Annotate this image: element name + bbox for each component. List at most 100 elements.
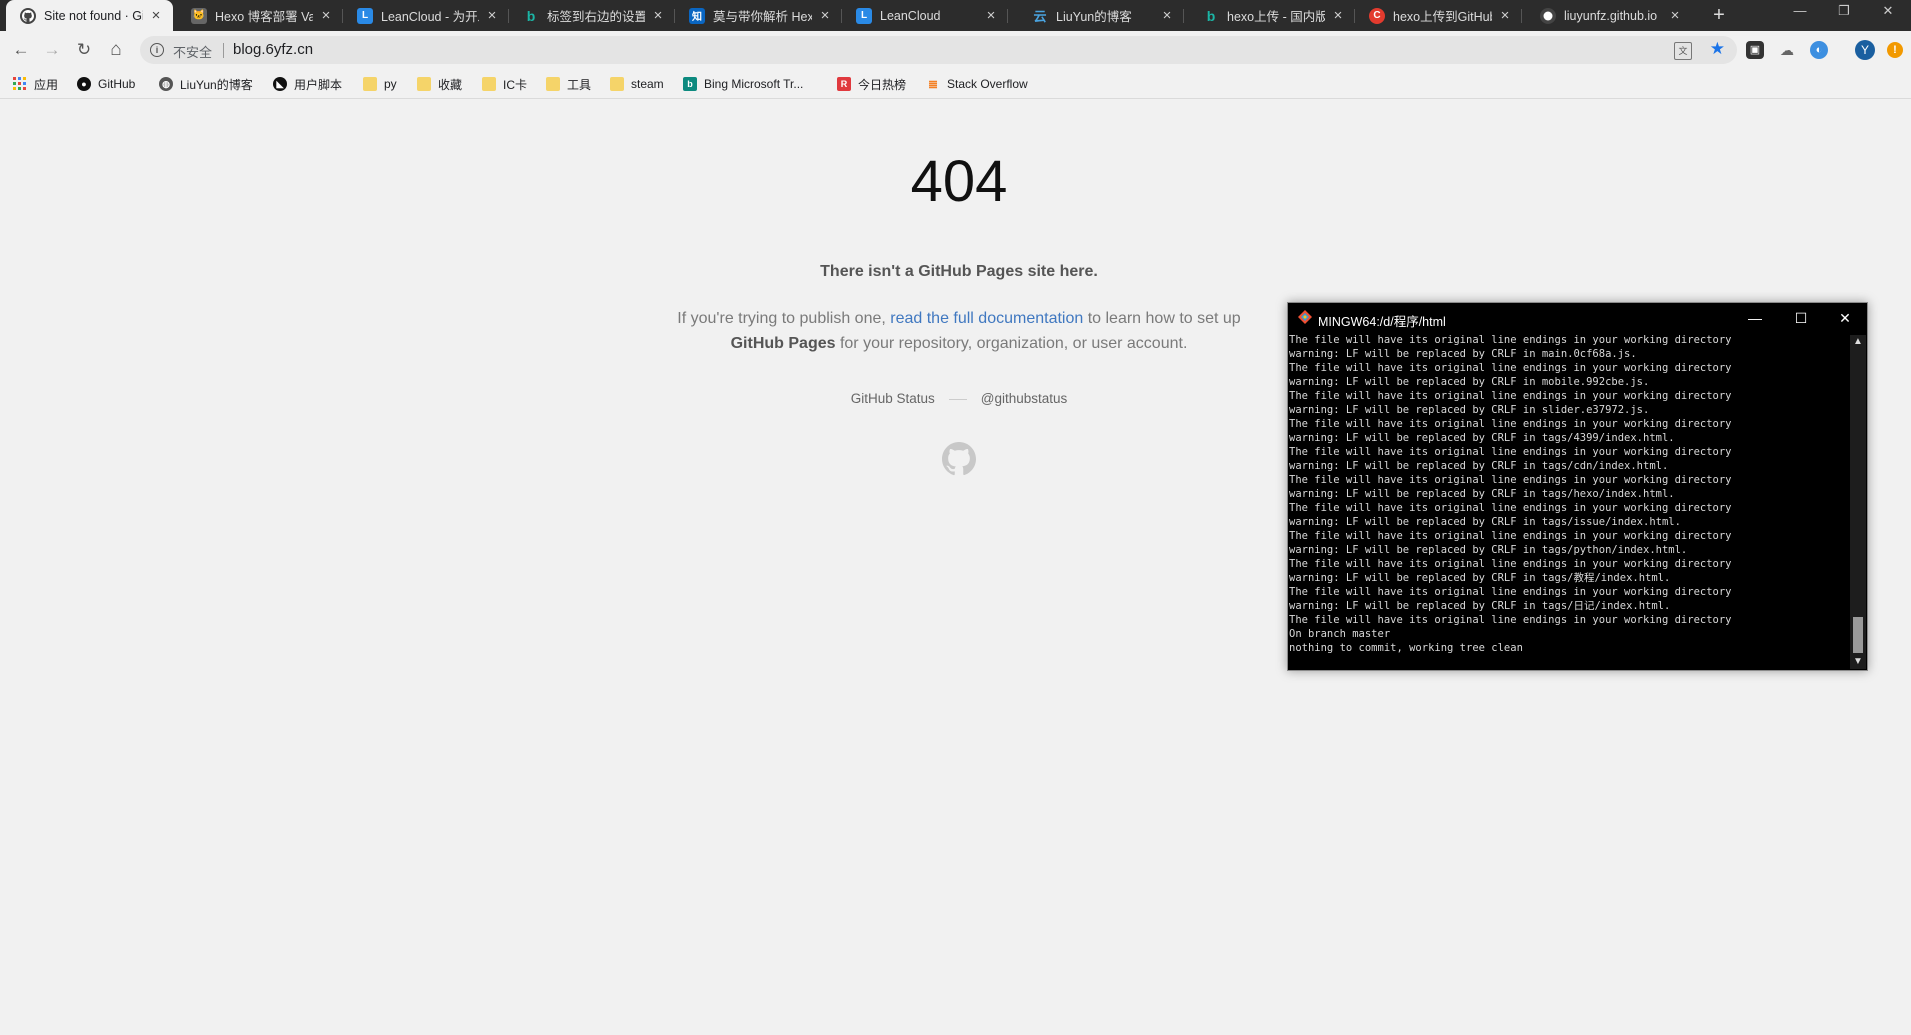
- close-icon[interactable]: ×: [1668, 7, 1682, 24]
- new-tab-button[interactable]: +: [1707, 3, 1731, 27]
- close-icon[interactable]: ×: [1498, 7, 1512, 24]
- security-label[interactable]: 不安全: [173, 42, 212, 61]
- window-restore-button[interactable]: ❐: [1822, 0, 1866, 24]
- csdn-icon: C: [1369, 7, 1385, 24]
- info-icon[interactable]: i: [150, 43, 164, 57]
- bookmark-label: Stack Overflow: [947, 77, 1028, 91]
- desc-text: to learn how to set up: [1083, 310, 1241, 327]
- scroll-up-icon[interactable]: ▲: [1850, 335, 1866, 349]
- bookmark-label: 工具: [567, 77, 592, 92]
- tab-hexo-valine[interactable]: 🐱 Hexo 博客部署 Valine ×: [177, 0, 343, 31]
- terminal-window[interactable]: MINGW64:/d/程序/html — ☐ ✕ The file will h…: [1287, 302, 1868, 671]
- close-icon[interactable]: ×: [1331, 7, 1345, 24]
- url-text[interactable]: blog.6yfz.cn: [233, 41, 313, 58]
- terminal-scrollbar[interactable]: ▲ ▼: [1850, 335, 1866, 669]
- tab-liuyunfz-github[interactable]: liuyunfz.github.io ×: [1526, 0, 1692, 31]
- tab-bing-tags[interactable]: b 标签到右边的设置 ×: [509, 0, 675, 31]
- git-bash-icon: [1298, 310, 1312, 324]
- tab-bing-hexo[interactable]: b hexo上传 - 国内版 ×: [1189, 0, 1355, 31]
- update-alert-icon[interactable]: !: [1887, 42, 1903, 58]
- bookmark-folder-ic[interactable]: IC卡: [482, 75, 527, 93]
- folder-icon: [610, 77, 624, 91]
- close-icon[interactable]: ×: [984, 7, 998, 24]
- tab-liuyun-blog[interactable]: 云 LiuYun的博客 ×: [1018, 0, 1184, 31]
- close-icon[interactable]: ×: [818, 7, 832, 24]
- terminal-titlebar[interactable]: MINGW64:/d/程序/html — ☐ ✕: [1288, 303, 1867, 333]
- tab-title: LeanCloud - 为开发者: [381, 10, 479, 24]
- terminal-line: The file will have its original line end…: [1289, 474, 1732, 486]
- bookmark-liuyun-blog[interactable]: ◍ LiuYun的博客: [159, 75, 253, 93]
- stackoverflow-icon: ≣: [927, 77, 939, 91]
- reload-button[interactable]: ↻: [71, 37, 97, 63]
- terminal-line: The file will have its original line end…: [1289, 614, 1732, 626]
- error-code: 404: [910, 149, 1008, 214]
- bookmark-bing-translator[interactable]: b Bing Microsoft Tr...: [683, 75, 803, 93]
- terminal-line: warning: LF will be replaced by CRLF in …: [1289, 376, 1650, 388]
- bookmark-apps[interactable]: 应用: [13, 75, 58, 93]
- terminal-close-button[interactable]: ✕: [1827, 306, 1863, 330]
- bookmark-github[interactable]: ● GitHub: [77, 75, 135, 93]
- forward-button[interactable]: →: [39, 37, 65, 63]
- home-button[interactable]: ⌂: [103, 37, 129, 63]
- profile-avatar[interactable]: Y: [1855, 40, 1875, 60]
- terminal-minimize-button[interactable]: —: [1737, 306, 1773, 330]
- terminal-line: warning: LF will be replaced by CRLF in …: [1289, 488, 1675, 500]
- bookmark-jinri-rebang[interactable]: R 今日热榜: [837, 75, 906, 93]
- documentation-link[interactable]: read the full documentation: [890, 310, 1083, 327]
- bookmark-folder-py[interactable]: py: [363, 75, 397, 93]
- extension-icon[interactable]: ▣: [1746, 41, 1764, 59]
- scroll-thumb[interactable]: [1853, 617, 1863, 653]
- cat-icon: 🐱: [191, 7, 207, 24]
- error-headline: There isn't a GitHub Pages site here.: [820, 263, 1098, 280]
- terminal-maximize-button[interactable]: ☐: [1783, 306, 1819, 330]
- bookmarks-bar: 应用 ● GitHub ◍ LiuYun的博客 ◣ 用户脚本 py 收藏 IC卡…: [0, 69, 1911, 99]
- back-button[interactable]: ←: [8, 37, 34, 63]
- bing-icon: b: [683, 77, 697, 91]
- close-icon[interactable]: ×: [485, 7, 499, 24]
- github-status-link[interactable]: GitHub Status: [851, 391, 935, 406]
- bookmark-folder-steam[interactable]: steam: [610, 75, 664, 93]
- bookmark-label: GitHub: [98, 77, 136, 91]
- translate-icon[interactable]: 文: [1674, 42, 1692, 60]
- close-icon[interactable]: ×: [149, 7, 163, 24]
- tab-csdn[interactable]: C hexo上传到GitHub ×: [1355, 0, 1522, 31]
- bookmark-folder-tools[interactable]: 工具: [546, 75, 591, 93]
- window-close-button[interactable]: ✕: [1866, 0, 1910, 24]
- github-octocat-icon[interactable]: [942, 442, 976, 476]
- terminal-line: The file will have its original line end…: [1289, 390, 1732, 402]
- terminal-line: warning: LF will be replaced by CRLF in …: [1289, 572, 1671, 584]
- tab-leancloud-dev[interactable]: L LeanCloud - 为开发者 ×: [343, 0, 509, 31]
- githubstatus-link[interactable]: @githubstatus: [981, 391, 1068, 406]
- terminal-line: The file will have its original line end…: [1289, 558, 1732, 570]
- tab-zhihu[interactable]: 知 莫与带你解析 Hexo ×: [675, 0, 842, 31]
- terminal-line: warning: LF will be replaced by CRLF in …: [1289, 544, 1688, 556]
- leancloud-icon: L: [357, 7, 373, 24]
- bing-icon: b: [526, 7, 536, 24]
- terminal-output[interactable]: The file will have its original line end…: [1289, 333, 1848, 669]
- bookmark-stack-overflow[interactable]: ≣ Stack Overflow: [926, 75, 1028, 93]
- tab-title: liuyunfz.github.io: [1564, 8, 1658, 23]
- chrome-extension-icon[interactable]: ◐: [1810, 41, 1828, 59]
- bookmark-userscripts[interactable]: ◣ 用户脚本: [273, 75, 342, 93]
- bookmark-star-icon[interactable]: ★: [1710, 39, 1725, 59]
- scroll-down-icon[interactable]: ▼: [1850, 655, 1866, 669]
- tab-site-not-found[interactable]: Site not found · GitHub Pages ×: [6, 0, 173, 31]
- folder-icon: [546, 77, 560, 91]
- desc-bold: GitHub Pages: [730, 335, 836, 352]
- address-bar[interactable]: i 不安全 blog.6yfz.cn 文 ★: [140, 36, 1737, 64]
- leancloud-icon: L: [856, 7, 872, 24]
- bookmark-label: IC卡: [503, 77, 528, 92]
- bookmark-folder-favorites[interactable]: 收藏: [417, 75, 462, 93]
- close-icon[interactable]: ×: [651, 7, 665, 24]
- window-minimize-button[interactable]: —: [1778, 0, 1822, 24]
- close-icon[interactable]: ×: [319, 7, 333, 24]
- github-icon: [20, 7, 36, 24]
- terminal-line: The file will have its original line end…: [1289, 502, 1732, 514]
- close-icon[interactable]: ×: [1160, 7, 1174, 24]
- globe-icon: ◍: [159, 77, 173, 91]
- tab-leancloud[interactable]: L LeanCloud ×: [842, 0, 1008, 31]
- tab-title: Hexo 博客部署 Valine: [215, 10, 313, 24]
- cloud-sync-icon[interactable]: ☁: [1778, 41, 1796, 59]
- terminal-line: The file will have its original line end…: [1289, 418, 1732, 430]
- folder-icon: [363, 77, 377, 91]
